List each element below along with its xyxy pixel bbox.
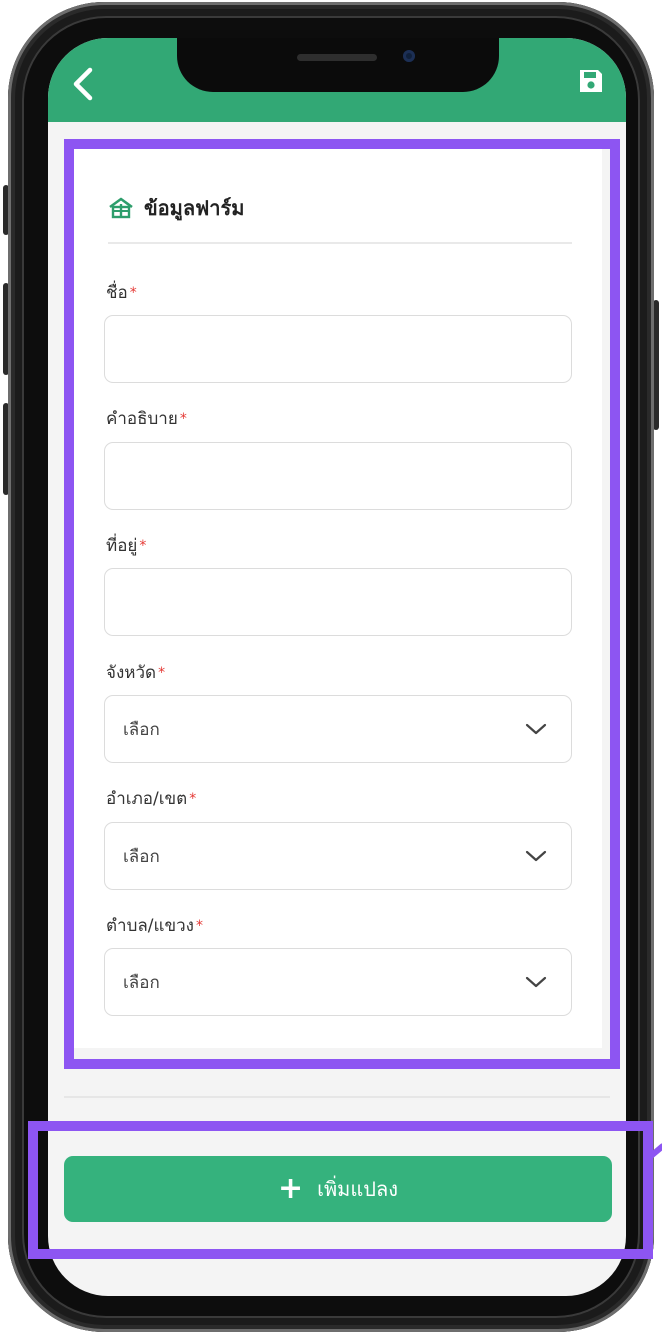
footer-divider (64, 1096, 610, 1098)
save-button[interactable] (576, 66, 606, 96)
front-camera (403, 50, 415, 62)
back-button[interactable] (66, 64, 100, 104)
phone-notch (177, 38, 499, 92)
speaker-grille (297, 54, 377, 61)
save-icon (580, 70, 602, 92)
highlight-frame-button (28, 1121, 653, 1259)
highlight-frame-form (64, 139, 620, 1069)
back-icon (73, 67, 93, 101)
